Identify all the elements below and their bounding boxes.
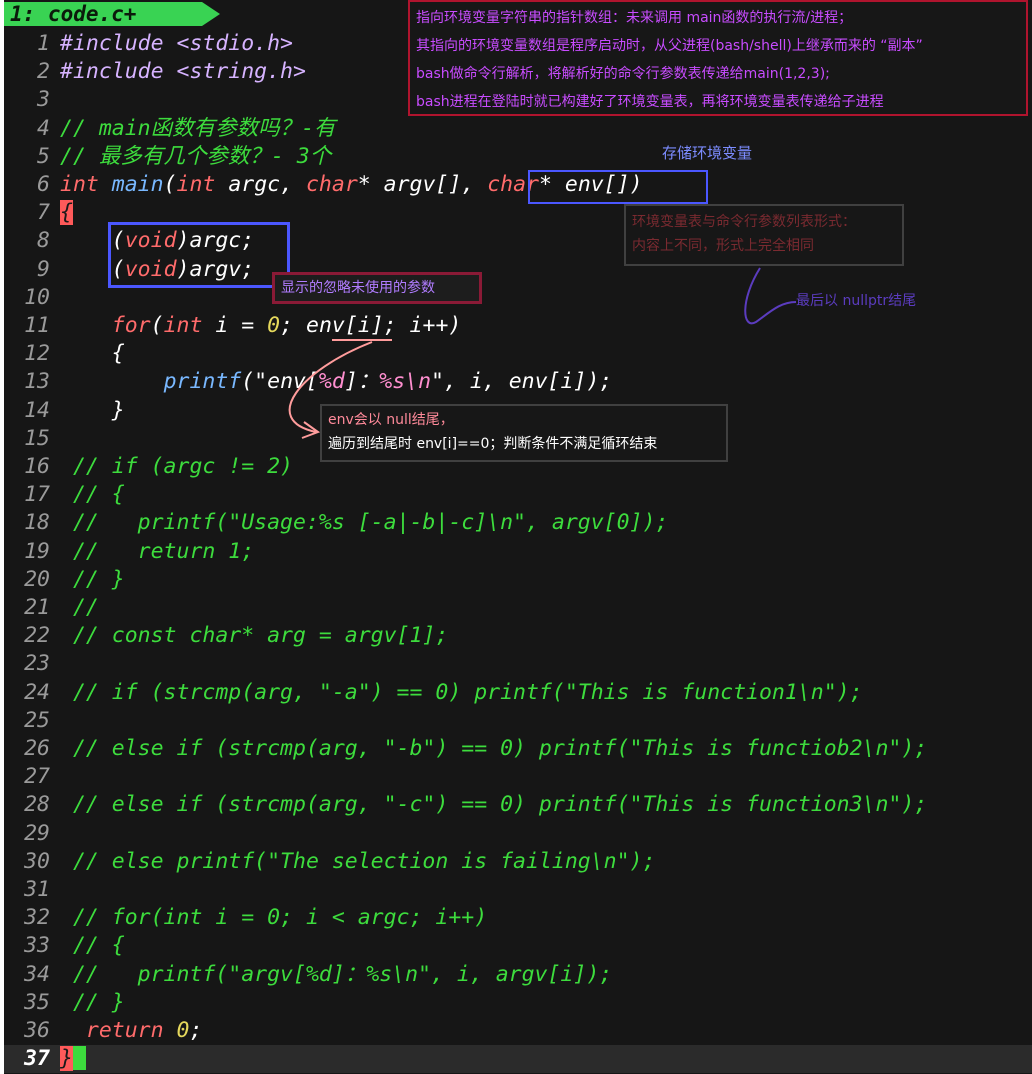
annotation-strokes bbox=[288, 267, 797, 439]
purple-hook-stroke bbox=[744, 267, 797, 325]
curved-arrow-stroke bbox=[288, 341, 373, 433]
